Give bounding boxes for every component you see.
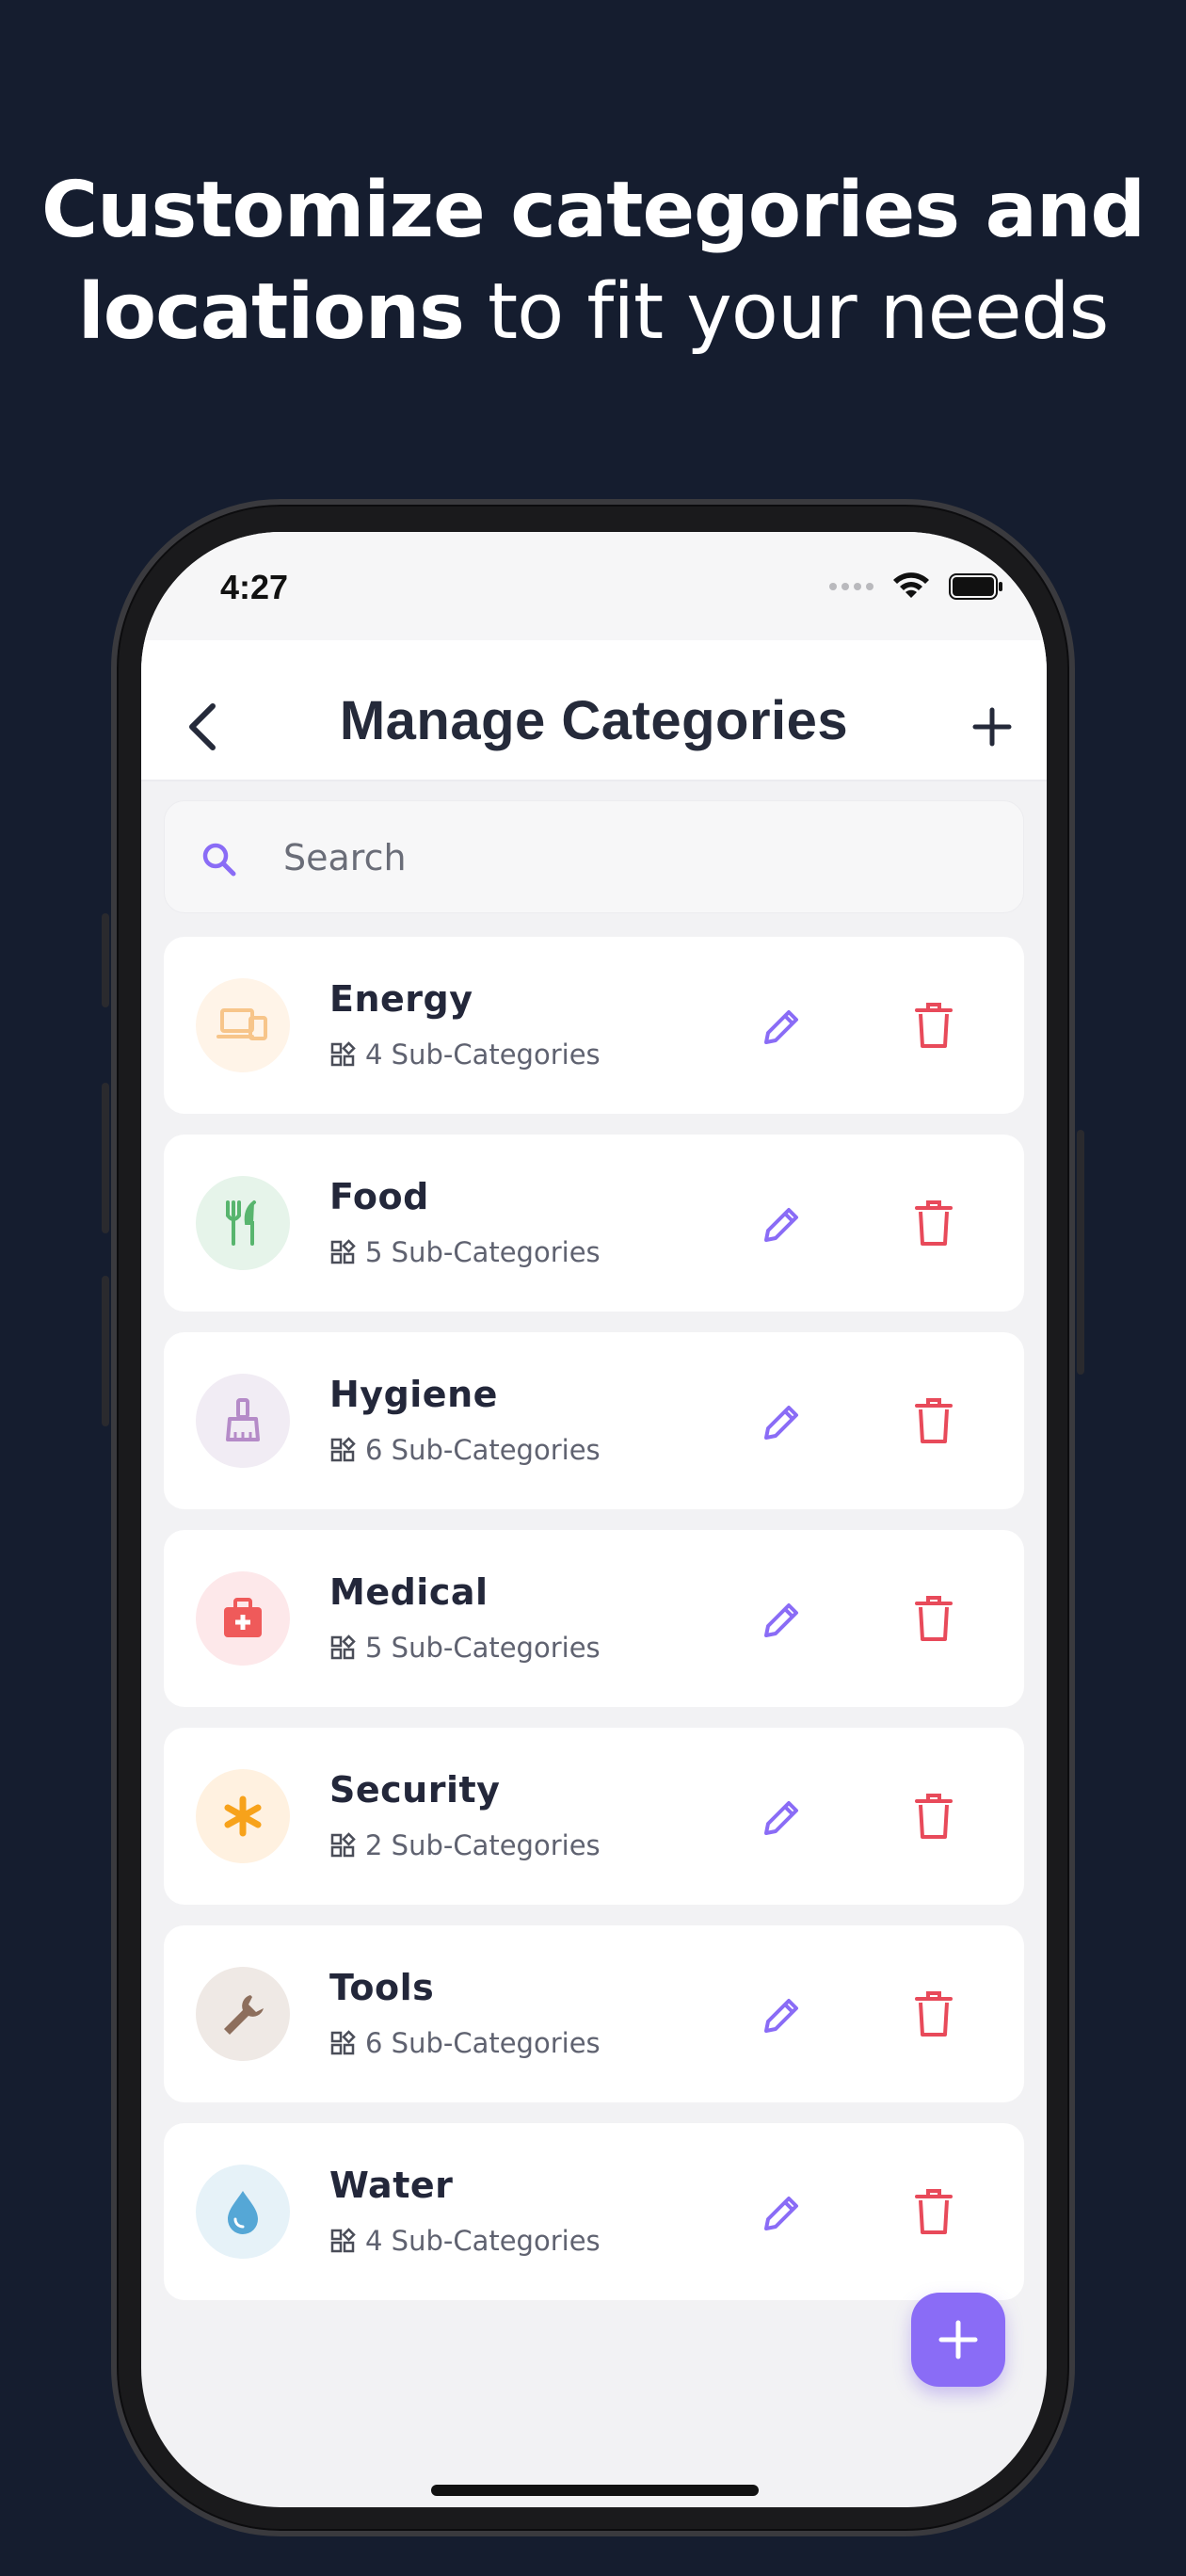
drop-icon	[196, 2165, 290, 2259]
pencil-icon	[764, 1801, 798, 1835]
trash-icon	[915, 1596, 953, 1641]
sub-category-count-label: 5 Sub-Categories	[365, 1236, 601, 1268]
page-title: Manage Categories	[339, 690, 849, 751]
category-name: Hygiene	[329, 1374, 498, 1415]
mute-switch	[102, 913, 109, 1007]
devices-icon	[196, 978, 290, 1072]
sub-category-count-label: 4 Sub-Categories	[365, 2225, 601, 2257]
edit-button[interactable]	[759, 1596, 806, 1643]
category-name: Medical	[329, 1571, 489, 1613]
pencil-icon	[764, 1999, 798, 2033]
delete-button[interactable]	[913, 1792, 954, 1841]
search-input[interactable]	[283, 829, 980, 886]
headline: Customize categories and locations to fi…	[0, 160, 1186, 363]
sub-categories-icon	[330, 1041, 356, 1067]
delete-button[interactable]	[913, 1989, 954, 2038]
delete-button[interactable]	[913, 1001, 954, 1050]
delete-button[interactable]	[913, 1594, 954, 1643]
signal-dots-icon	[829, 583, 873, 590]
sub-category-count-label: 2 Sub-Categories	[365, 1829, 601, 1861]
delete-button[interactable]	[913, 1396, 954, 1445]
sub-categories-icon	[330, 1239, 356, 1264]
category-card-hygiene[interactable]: Hygiene 6 Sub-Categories	[164, 1332, 1024, 1509]
delete-button[interactable]	[913, 1199, 954, 1248]
status-time: 4:27	[220, 568, 289, 606]
volume-up-button	[102, 1083, 109, 1233]
sub-category-count: 6 Sub-Categories	[329, 2027, 601, 2059]
category-card-tools[interactable]: Tools 6 Sub-Categories	[164, 1925, 1024, 2102]
brush-icon	[196, 1374, 290, 1468]
search-icon	[202, 843, 236, 877]
category-list: Energy 4 Sub-Categories Food 5 Sub-Categ…	[164, 937, 1024, 2321]
pencil-icon	[764, 1010, 798, 1044]
trash-icon	[915, 1991, 953, 2037]
first-aid-icon	[196, 1571, 290, 1666]
volume-down-button	[102, 1276, 109, 1426]
sub-category-count-label: 4 Sub-Categories	[365, 1038, 601, 1071]
edit-button[interactable]	[759, 2189, 806, 2236]
asterisk-icon	[196, 1769, 290, 1863]
pencil-icon	[764, 1406, 798, 1440]
home-indicator	[431, 2485, 759, 2496]
sub-categories-icon	[330, 2030, 356, 2055]
delete-button[interactable]	[913, 2187, 954, 2236]
category-name: Water	[329, 2165, 454, 2206]
sub-categories-icon	[330, 1832, 356, 1858]
edit-button[interactable]	[759, 1794, 806, 1841]
plus-icon	[938, 2320, 978, 2359]
sub-category-count: 5 Sub-Categories	[329, 1632, 601, 1664]
nav-bar: Manage Categories	[141, 640, 1047, 781]
category-name: Tools	[329, 1967, 435, 2008]
sub-category-count: 5 Sub-Categories	[329, 1236, 601, 1268]
pencil-icon	[764, 1603, 798, 1637]
trash-icon	[915, 1003, 953, 1048]
sub-category-count: 4 Sub-Categories	[329, 1038, 601, 1071]
category-card-food[interactable]: Food 5 Sub-Categories	[164, 1135, 1024, 1312]
status-icons	[829, 572, 1003, 602]
pencil-icon	[764, 1208, 798, 1242]
wrench-icon	[196, 1967, 290, 2061]
status-bar: 4:27	[141, 532, 1047, 640]
category-card-energy[interactable]: Energy 4 Sub-Categories	[164, 937, 1024, 1114]
edit-button[interactable]	[759, 1991, 806, 2038]
sub-categories-icon	[330, 2228, 356, 2253]
sub-category-count: 2 Sub-Categories	[329, 1829, 601, 1861]
pencil-icon	[764, 2197, 798, 2230]
trash-icon	[915, 1794, 953, 1839]
headline-line-1: Customize categories and	[40, 166, 1146, 255]
sub-categories-icon	[330, 1437, 356, 1462]
add-category-button[interactable]	[968, 702, 1017, 751]
plus-icon	[972, 707, 1012, 747]
sub-category-count-label: 5 Sub-Categories	[365, 1632, 601, 1664]
category-card-security[interactable]: Security 2 Sub-Categories	[164, 1728, 1024, 1905]
category-name: Energy	[329, 978, 473, 1020]
trash-icon	[915, 1398, 953, 1443]
trash-icon	[915, 1200, 953, 1246]
sub-category-count-label: 6 Sub-Categories	[365, 2027, 601, 2059]
category-card-medical[interactable]: Medical 5 Sub-Categories	[164, 1530, 1024, 1707]
sub-category-count: 6 Sub-Categories	[329, 1434, 601, 1466]
headline-line-2: locations to fit your needs	[77, 267, 1110, 357]
category-name: Food	[329, 1176, 429, 1217]
sub-category-count-label: 6 Sub-Categories	[365, 1434, 601, 1466]
edit-button[interactable]	[759, 1003, 806, 1050]
trash-icon	[915, 2189, 953, 2234]
battery-icon	[949, 573, 1002, 600]
phone-screen: 4:27 Manage Categories Search Energy 4 S…	[141, 532, 1047, 2507]
sub-categories-icon	[330, 1634, 356, 1660]
wifi-icon	[893, 572, 929, 598]
utensils-icon	[196, 1176, 290, 1270]
sub-category-count: 4 Sub-Categories	[329, 2225, 601, 2257]
floating-add-button[interactable]	[911, 2293, 1005, 2387]
category-name: Security	[329, 1769, 501, 1811]
category-card-water[interactable]: Water 4 Sub-Categories	[164, 2123, 1024, 2300]
power-button	[1077, 1130, 1084, 1375]
search-bar[interactable]	[164, 800, 1024, 913]
edit-button[interactable]	[759, 1398, 806, 1445]
edit-button[interactable]	[759, 1200, 806, 1248]
